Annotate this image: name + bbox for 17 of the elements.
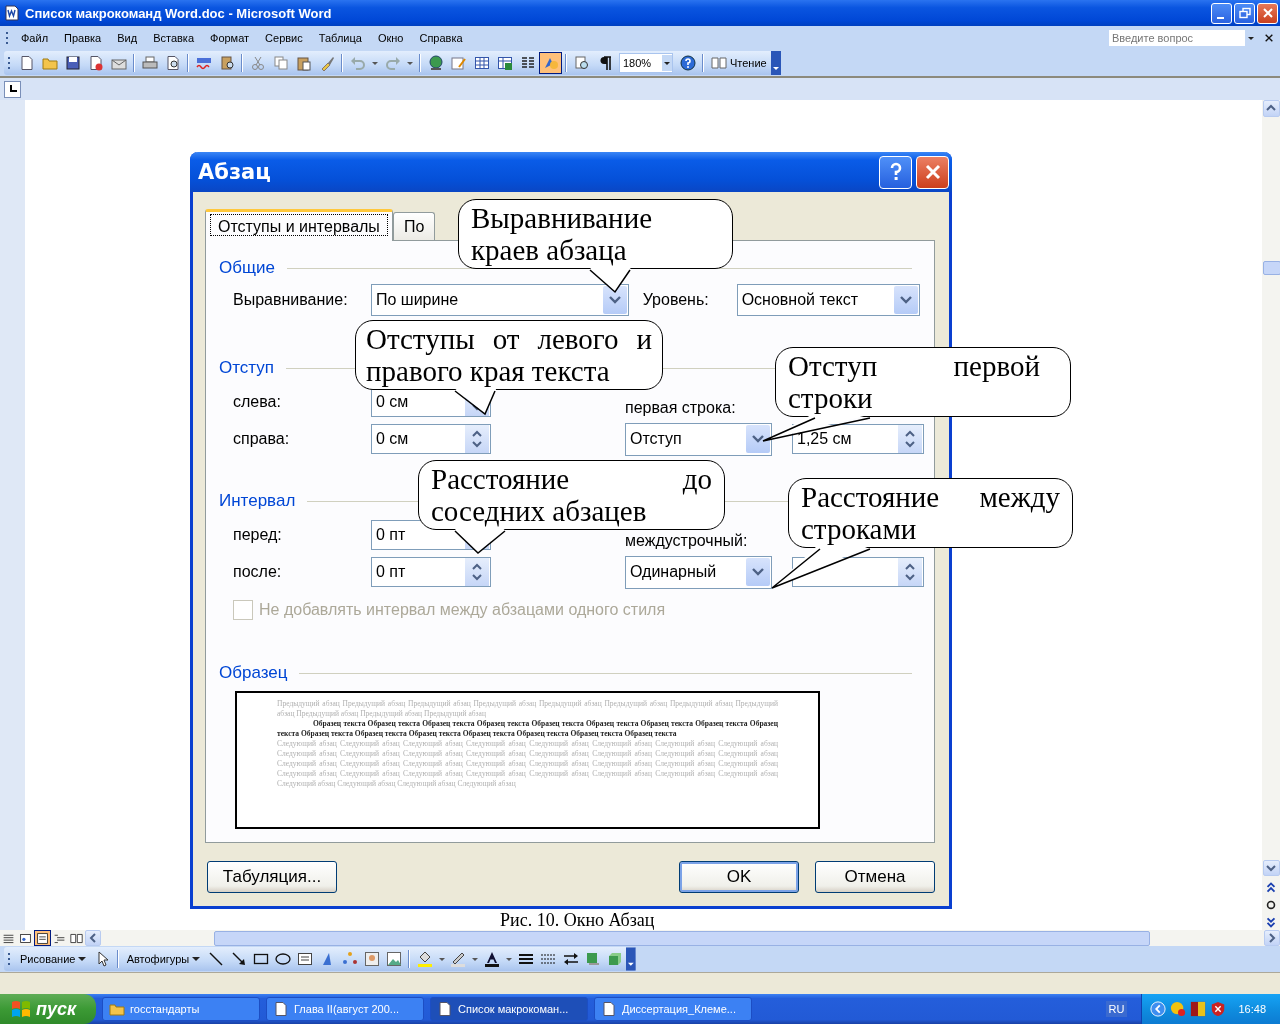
field-label: справа:: [233, 430, 291, 448]
field-label: после:: [233, 563, 283, 581]
window-title: Список макрокоманд Word.doc - Microsoft Word: [25, 5, 332, 21]
section-heading: Отступ: [219, 358, 274, 378]
section-heading: Интервал: [219, 491, 296, 511]
figure-caption: Рис. 10. Окно Абзац: [500, 911, 655, 930]
clock: 16:48: [1238, 1003, 1266, 1015]
field-label: Уровень:: [642, 291, 710, 309]
section-heading: Образец: [219, 663, 288, 683]
checkbox-label: Не добавлять интервал между абзацами одного стиля: [259, 601, 666, 619]
section-heading: Общие: [219, 258, 275, 278]
field-label: первая строка:: [625, 399, 736, 417]
field-label: Выравнивание:: [233, 291, 349, 309]
field-label: слева:: [233, 393, 282, 411]
dialog-title: Абзац: [198, 160, 271, 184]
field-label: междустрочный:: [625, 532, 748, 550]
field-label: перед:: [233, 526, 283, 544]
